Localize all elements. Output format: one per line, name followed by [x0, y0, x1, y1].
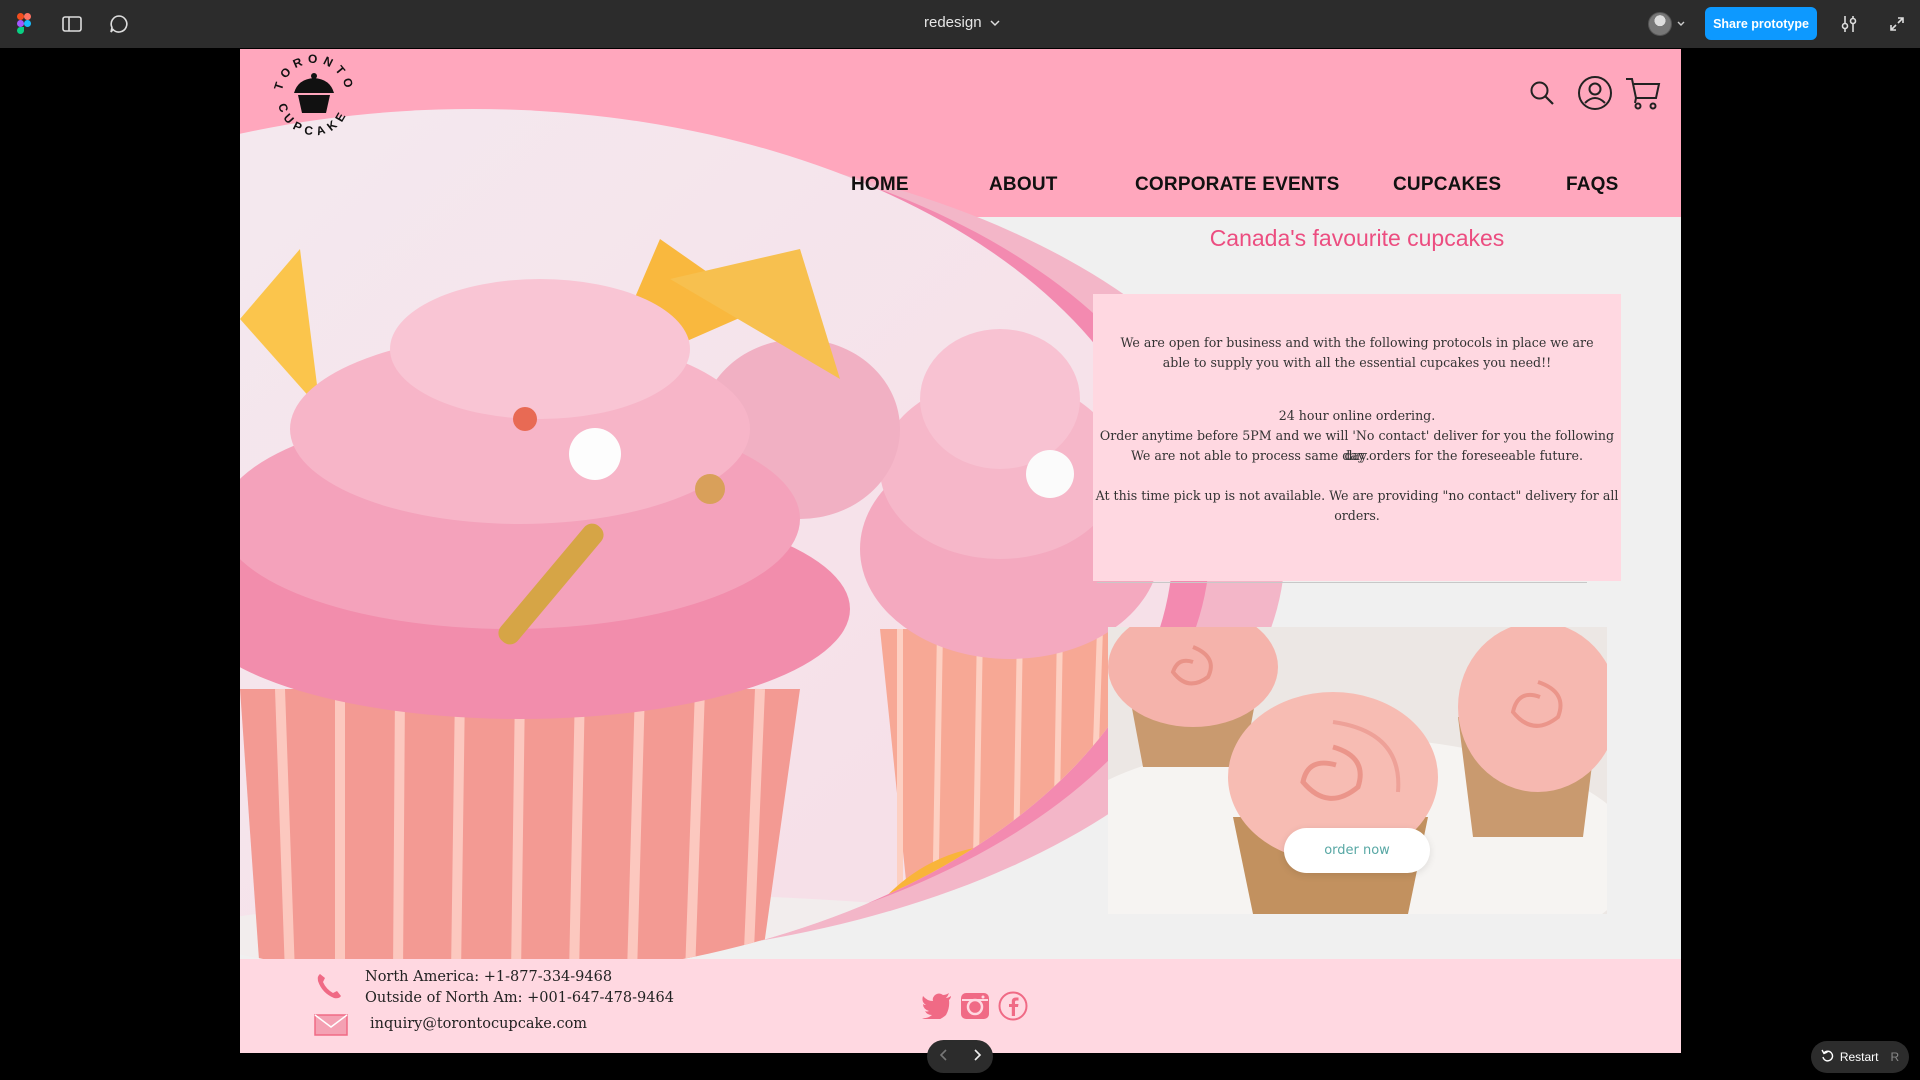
toronto-cupcake-logo[interactable]: TORONTO CUPCAKE	[268, 49, 360, 141]
prototype-frame: TORONTO CUPCAKE HOME ABOUT CORPORATE EVE…	[240, 49, 1681, 1053]
figma-logo-icon[interactable]	[12, 12, 36, 36]
notice-text: 24 hour online ordering.	[1278, 408, 1436, 423]
tagline: Canada's favourite cupcakes	[1209, 225, 1505, 251]
previous-frame-icon[interactable]	[939, 1048, 949, 1066]
restart-button[interactable]: Restart R	[1811, 1041, 1909, 1073]
facebook-icon[interactable]	[998, 991, 1028, 1026]
notice-text: At this time pick up is not available. W…	[1095, 488, 1619, 523]
next-frame-icon[interactable]	[972, 1048, 982, 1066]
cart-icon[interactable]	[1623, 73, 1663, 113]
settings-sliders-icon[interactable]	[1837, 12, 1861, 36]
notice-text: able to supply you with all the essentia…	[1162, 355, 1552, 370]
figma-toolbar: redesign Share prototype	[0, 0, 1920, 48]
file-title: redesign	[924, 14, 982, 31]
nav-home[interactable]: HOME	[851, 174, 909, 198]
nav-cupcakes[interactable]: CUPCAKES	[1393, 174, 1501, 198]
file-title-dropdown[interactable]: redesign	[924, 14, 1000, 31]
phone-international[interactable]: Outside of North Am: +001-647-478-9464	[365, 990, 674, 1006]
nav-faqs[interactable]: FAQS	[1566, 174, 1619, 198]
phone-icon	[314, 971, 344, 1006]
account-icon[interactable]	[1575, 73, 1615, 113]
notice-text: We are open for business and with the fo…	[1120, 335, 1594, 350]
share-prototype-button[interactable]: Share prototype	[1705, 7, 1817, 40]
divider	[1097, 582, 1587, 583]
mail-icon	[314, 1014, 348, 1041]
fullscreen-icon[interactable]	[1885, 12, 1909, 36]
twitter-icon[interactable]	[922, 993, 952, 1024]
nav-corporate-events[interactable]: CORPORATE EVENTS	[1135, 174, 1339, 198]
restart-icon	[1821, 1049, 1834, 1065]
nav-about[interactable]: ABOUT	[989, 174, 1058, 198]
order-now-button[interactable]: order now	[1284, 828, 1430, 873]
phone-north-america[interactable]: North America: +1-877-334-9468	[365, 969, 612, 985]
sidebar-toggle-icon[interactable]	[60, 12, 84, 36]
prototype-pager	[927, 1040, 993, 1073]
email-link[interactable]: inquiry@torontocupcake.com	[370, 1016, 587, 1032]
comment-icon[interactable]	[107, 12, 131, 36]
instagram-icon[interactable]	[960, 992, 990, 1025]
search-icon[interactable]	[1528, 73, 1556, 113]
site-footer: North America: +1-877-334-9468 Outside o…	[240, 959, 1681, 1053]
avatar	[1648, 12, 1672, 36]
notice-text: We are not able to process same day orde…	[1130, 448, 1584, 463]
business-notice-panel: We are open for business and with the fo…	[1093, 294, 1621, 581]
restart-label: Restart	[1839, 1050, 1879, 1064]
chevron-down-icon	[1677, 21, 1685, 26]
user-avatar-menu[interactable]	[1648, 11, 1696, 37]
chevron-down-icon	[990, 14, 1000, 31]
restart-shortcut: R	[1890, 1050, 1900, 1064]
